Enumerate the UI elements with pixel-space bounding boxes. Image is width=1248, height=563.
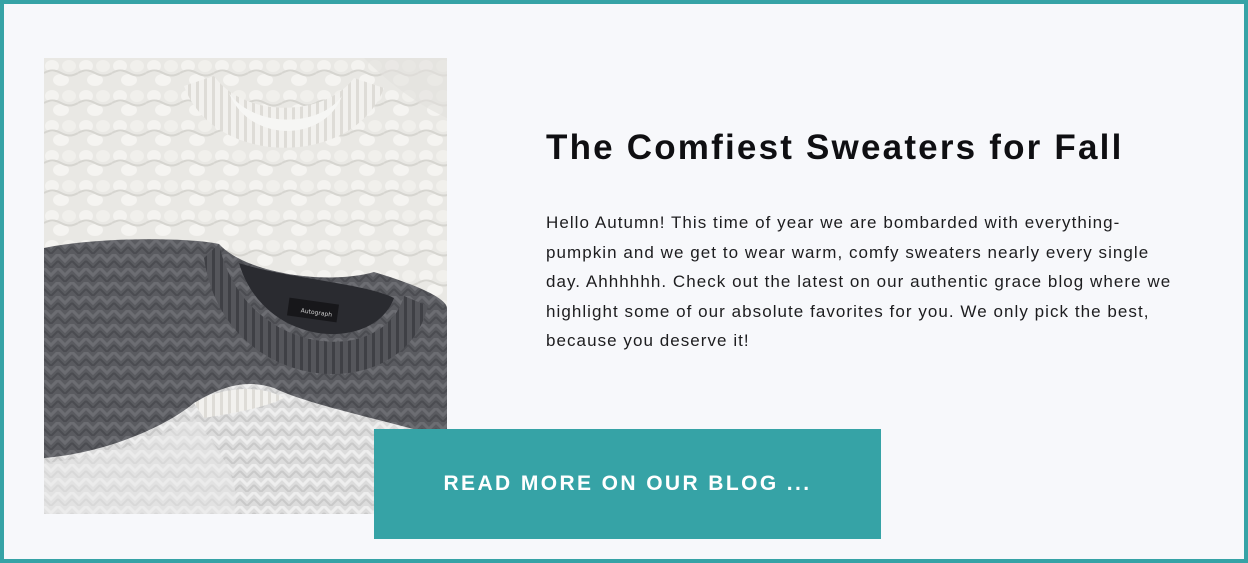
blog-promo-card: Autograph The Comfiest Sweaters for Fall… (0, 0, 1248, 563)
post-content: The Comfiest Sweaters for Fall Hello Aut… (546, 122, 1206, 356)
read-more-label: READ MORE ON OUR BLOG ... (443, 472, 812, 495)
post-excerpt: Hello Autumn! This time of year we are b… (546, 213, 1172, 351)
post-title: The Comfiest Sweaters for Fall (546, 128, 1124, 167)
read-more-button[interactable]: READ MORE ON OUR BLOG ... (374, 429, 881, 539)
